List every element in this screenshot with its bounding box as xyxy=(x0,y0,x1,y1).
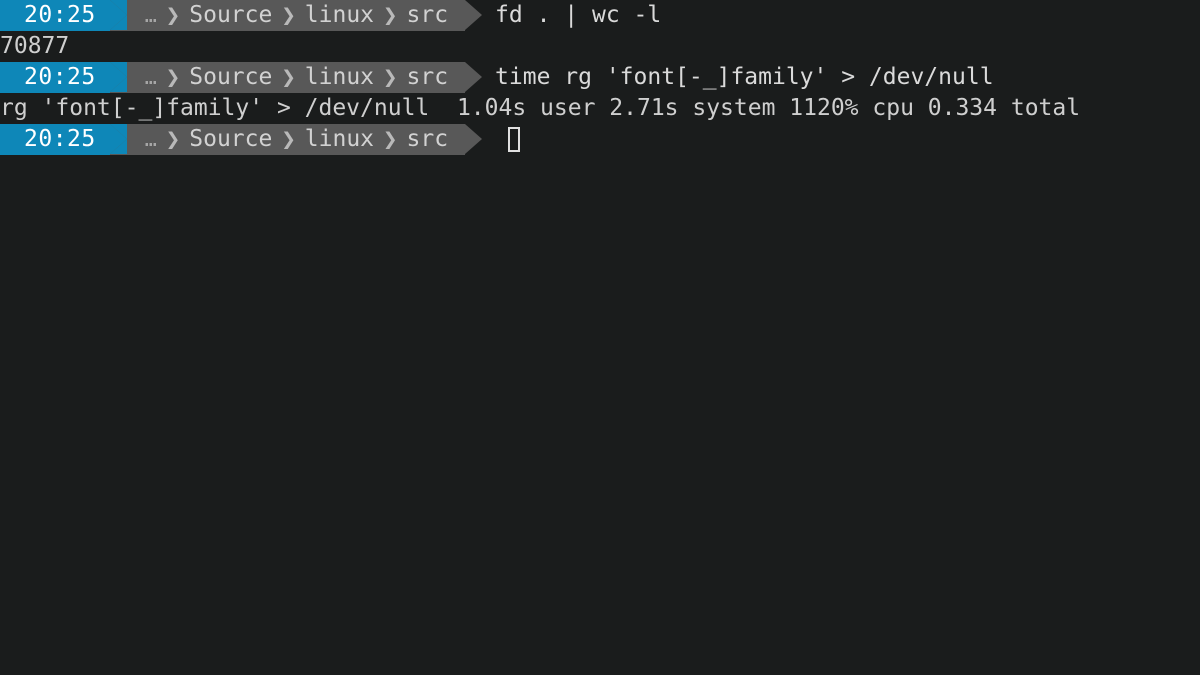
terminal-screen[interactable]: 20:25 … ❯ Source ❯ linux ❯ src fd . | wc… xyxy=(0,0,1200,675)
powerline-arrow-path xyxy=(465,0,483,31)
powerline-arrow-path xyxy=(465,124,483,155)
powerline-prompt: 20:25 … ❯ Source ❯ linux ❯ src xyxy=(0,0,483,31)
terminal-row: 20:25 … ❯ Source ❯ linux ❯ src time rg '… xyxy=(0,62,1200,93)
terminal-row: 20:25 … ❯ Source ❯ linux ❯ src xyxy=(0,124,1200,155)
breadcrumb-segment: Source xyxy=(189,2,273,28)
breadcrumb-segment: src xyxy=(406,64,449,90)
command-text: fd . | wc -l xyxy=(495,2,662,28)
terminal-row: rg 'font[-_]family' > /dev/null 1.04s us… xyxy=(0,93,1200,124)
breadcrumb-segment: linux xyxy=(304,2,375,28)
prompt-time: 20:25 xyxy=(24,126,96,152)
chevron-right-icon: ❯ xyxy=(383,63,398,91)
chevron-right-icon: ❯ xyxy=(383,125,398,153)
input-line[interactable] xyxy=(482,124,521,155)
chevron-right-icon: ❯ xyxy=(165,63,181,91)
chevron-right-icon: ❯ xyxy=(383,1,398,29)
chevron-right-icon: ❯ xyxy=(165,125,181,153)
prompt-time: 20:25 xyxy=(24,2,96,28)
command-output: 70877 xyxy=(0,33,70,59)
prompt-time: 20:25 xyxy=(24,64,96,90)
breadcrumb-segment: src xyxy=(406,2,449,28)
breadcrumb-segment: linux xyxy=(304,126,375,152)
terminal-window[interactable]: 20:25 … ❯ Source ❯ linux ❯ src fd . | wc… xyxy=(0,0,1200,675)
breadcrumb-segment: src xyxy=(406,126,449,152)
prompt-path-segment: … ❯ Source ❯ linux ❯ src xyxy=(126,0,466,31)
prompt-path-segment: … ❯ Source ❯ linux ❯ src xyxy=(126,124,466,155)
prompt-clock-segment: 20:25 xyxy=(0,0,110,31)
prompt-path-segment: … ❯ Source ❯ linux ❯ src xyxy=(126,62,466,93)
powerline-arrow-clock xyxy=(109,124,127,155)
chevron-right-icon: ❯ xyxy=(165,1,181,29)
breadcrumb-segment: linux xyxy=(304,64,375,90)
prompt-clock-segment: 20:25 xyxy=(0,124,110,155)
terminal-row: 70877 xyxy=(0,31,1200,62)
powerline-prompt: 20:25 … ❯ Source ❯ linux ❯ src xyxy=(0,124,483,155)
command-text: time rg 'font[-_]family' > /dev/null xyxy=(495,64,994,90)
breadcrumb-ellipsis: … xyxy=(144,127,158,151)
chevron-right-icon: ❯ xyxy=(281,1,296,29)
powerline-prompt: 20:25 … ❯ Source ❯ linux ❯ src xyxy=(0,62,483,93)
powerline-arrow-path xyxy=(465,62,483,93)
breadcrumb-segment: Source xyxy=(189,64,273,90)
text-cursor[interactable] xyxy=(508,127,521,152)
chevron-right-icon: ❯ xyxy=(281,63,296,91)
chevron-right-icon: ❯ xyxy=(281,125,296,153)
breadcrumb-segment: Source xyxy=(189,126,273,152)
powerline-arrow-clock xyxy=(109,62,127,93)
powerline-arrow-clock xyxy=(109,0,127,31)
command-output: rg 'font[-_]family' > /dev/null 1.04s us… xyxy=(0,95,1081,121)
terminal-row: 20:25 … ❯ Source ❯ linux ❯ src fd . | wc… xyxy=(0,0,1200,31)
breadcrumb-ellipsis: … xyxy=(144,3,158,27)
prompt-clock-segment: 20:25 xyxy=(0,62,110,93)
breadcrumb-ellipsis: … xyxy=(144,65,158,89)
